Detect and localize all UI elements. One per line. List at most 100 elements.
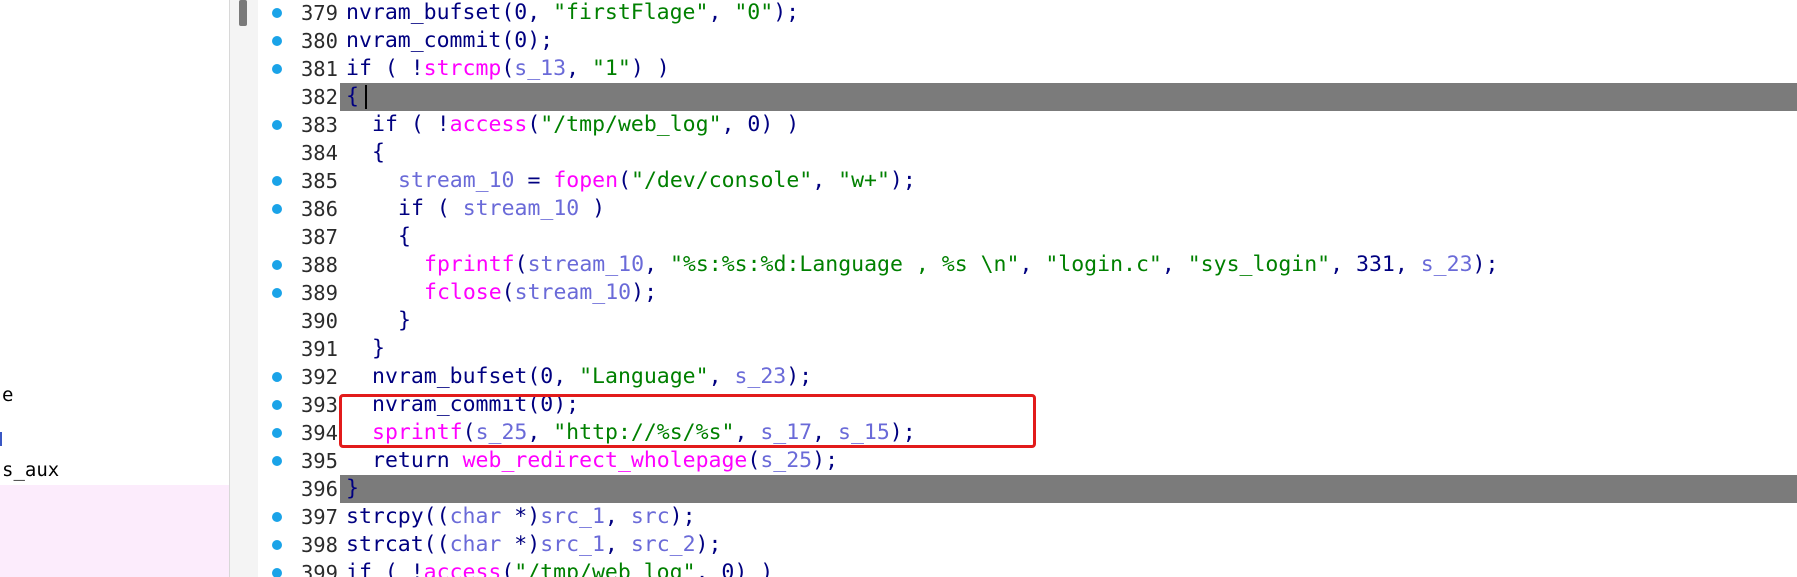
- breakpoint-dot-icon[interactable]: [272, 400, 282, 410]
- breakpoint-dot-icon[interactable]: [272, 64, 282, 74]
- breakpoint-dot-icon[interactable]: [272, 120, 282, 130]
- code-token: (: [501, 560, 515, 577]
- code-line-content[interactable]: if ( !access("/tmp/web_log", 0) ): [340, 559, 1797, 577]
- pseudocode-view[interactable]: 379 nvram_bufset(0, "firstFlage", "0"); 38…: [258, 0, 1797, 577]
- sidebar-fragment[interactable]: e: [2, 384, 13, 406]
- breakpoint-dot-icon[interactable]: [272, 288, 282, 298]
- code-line[interactable]: 382 {: [258, 83, 1797, 111]
- code-line[interactable]: 398 strcat((char *)src_1, src_2);: [258, 531, 1797, 559]
- code-line[interactable]: 380 nvram_commit(0);: [258, 27, 1797, 55]
- code-token: src_1: [540, 504, 605, 529]
- code-line[interactable]: 387 {: [258, 223, 1797, 251]
- line-gutter[interactable]: 396: [258, 475, 340, 503]
- line-gutter[interactable]: 385: [258, 167, 340, 195]
- breakpoint-dot-icon[interactable]: [272, 204, 282, 214]
- line-gutter[interactable]: 386: [258, 195, 340, 223]
- code-line-content[interactable]: nvram_commit(0);: [340, 27, 1797, 55]
- code-token: access: [449, 112, 528, 137]
- line-gutter[interactable]: 394: [258, 419, 340, 447]
- code-text: {: [372, 139, 385, 167]
- code-line[interactable]: 384 {: [258, 139, 1797, 167]
- code-text: }: [346, 475, 359, 503]
- code-line-content[interactable]: if ( !strcmp(s_13, "1") ): [340, 55, 1797, 83]
- breakpoint-dot-icon[interactable]: [272, 540, 282, 550]
- code-line-content[interactable]: {: [340, 83, 1797, 111]
- code-line[interactable]: 395 return web_redirect_wholepage(s_25);: [258, 447, 1797, 475]
- breakpoint-dot-icon[interactable]: [272, 36, 282, 46]
- splitter-scrollbar[interactable]: [230, 0, 259, 577]
- line-gutter[interactable]: 389: [258, 279, 340, 307]
- code-line[interactable]: 389 fclose(stream_10);: [258, 279, 1797, 307]
- breakpoint-dot-icon[interactable]: [272, 456, 282, 466]
- code-text: fprintf(stream_10, "%s:%s:%d:Language , …: [424, 251, 1498, 279]
- line-number: 394: [300, 421, 338, 445]
- code-line[interactable]: 379 nvram_bufset(0, "firstFlage", "0");: [258, 0, 1797, 27]
- code-line-content[interactable]: if ( !access("/tmp/web_log", 0) ): [340, 111, 1797, 139]
- line-gutter[interactable]: 379: [258, 0, 340, 27]
- line-gutter[interactable]: 399: [258, 559, 340, 577]
- code-line[interactable]: 381 if ( !strcmp(s_13, "1") ): [258, 55, 1797, 83]
- code-line-content[interactable]: nvram_bufset(0, "Language", s_23);: [340, 363, 1797, 391]
- code-line[interactable]: 383 if ( !access("/tmp/web_log", 0) ): [258, 111, 1797, 139]
- code-token: ,: [604, 532, 631, 557]
- line-gutter[interactable]: 393: [258, 391, 340, 419]
- code-line-content[interactable]: fclose(stream_10);: [340, 279, 1797, 307]
- code-line[interactable]: 392 nvram_bufset(0, "Language", s_23);: [258, 363, 1797, 391]
- code-line-content[interactable]: nvram_bufset(0, "firstFlage", "0");: [340, 0, 1797, 27]
- code-line-content[interactable]: strcat((char *)src_1, src_2);: [340, 531, 1797, 559]
- line-gutter[interactable]: 381: [258, 55, 340, 83]
- code-line-content[interactable]: stream_10 = fopen("/dev/console", "w+");: [340, 167, 1797, 195]
- code-token: "Language": [579, 364, 709, 389]
- code-token: (: [747, 448, 761, 473]
- code-line[interactable]: 396}: [258, 475, 1797, 503]
- code-token: ,: [708, 0, 735, 25]
- scrollbar-thumb[interactable]: [239, 0, 247, 26]
- line-gutter[interactable]: 392: [258, 363, 340, 391]
- breakpoint-dot-icon[interactable]: [272, 512, 282, 522]
- line-gutter[interactable]: 390: [258, 307, 340, 335]
- line-gutter[interactable]: 391: [258, 335, 340, 363]
- breakpoint-dot-icon[interactable]: [272, 568, 282, 577]
- code-line[interactable]: 390}: [258, 307, 1797, 335]
- code-line-content[interactable]: strcpy((char *)src_1, src);: [340, 503, 1797, 531]
- line-gutter[interactable]: 380: [258, 27, 340, 55]
- line-gutter[interactable]: 388: [258, 251, 340, 279]
- line-number: 397: [300, 505, 338, 529]
- code-line-content[interactable]: fprintf(stream_10, "%s:%s:%d:Language , …: [340, 251, 1797, 279]
- code-line[interactable]: 386 if ( stream_10 ): [258, 195, 1797, 223]
- line-gutter[interactable]: 384: [258, 139, 340, 167]
- code-text: if ( stream_10 ): [398, 195, 605, 223]
- code-line[interactable]: 397 strcpy((char *)src_1, src);: [258, 503, 1797, 531]
- code-token: {: [372, 140, 385, 165]
- line-gutter[interactable]: 395: [258, 447, 340, 475]
- code-token: );: [812, 448, 839, 473]
- line-gutter[interactable]: 397: [258, 503, 340, 531]
- breakpoint-dot-icon[interactable]: [272, 260, 282, 270]
- breakpoint-dot-icon[interactable]: [272, 372, 282, 382]
- code-token: ,: [1161, 252, 1188, 277]
- code-line-content[interactable]: }: [340, 335, 1797, 363]
- code-token: stream_10: [527, 252, 645, 277]
- code-line-content[interactable]: {: [340, 139, 1797, 167]
- line-gutter[interactable]: 387: [258, 223, 340, 251]
- code-token: , 331,: [1330, 252, 1421, 277]
- code-line-content[interactable]: }: [340, 475, 1797, 503]
- line-gutter[interactable]: 398: [258, 531, 340, 559]
- code-token: *): [501, 532, 541, 557]
- code-line-content[interactable]: if ( stream_10 ): [340, 195, 1797, 223]
- breakpoint-dot-icon[interactable]: [272, 8, 282, 18]
- breakpoint-dot-icon[interactable]: [272, 428, 282, 438]
- breakpoint-dot-icon[interactable]: [272, 176, 282, 186]
- line-gutter[interactable]: 382: [258, 83, 340, 111]
- code-line[interactable]: 399 if ( !access("/tmp/web_log", 0) ): [258, 559, 1797, 577]
- code-line[interactable]: 391}: [258, 335, 1797, 363]
- code-line-content[interactable]: }: [340, 307, 1797, 335]
- code-token: src: [630, 504, 670, 529]
- text-caret: [364, 85, 367, 109]
- line-gutter[interactable]: 383: [258, 111, 340, 139]
- code-line[interactable]: 388 fprintf(stream_10, "%s:%s:%d:Language…: [258, 251, 1797, 279]
- code-line-content[interactable]: return web_redirect_wholepage(s_25);: [340, 447, 1797, 475]
- sidebar-fragment[interactable]: s_aux: [2, 459, 59, 481]
- code-line[interactable]: 385 stream_10 = fopen("/dev/console", "w+…: [258, 167, 1797, 195]
- code-line-content[interactable]: {: [340, 223, 1797, 251]
